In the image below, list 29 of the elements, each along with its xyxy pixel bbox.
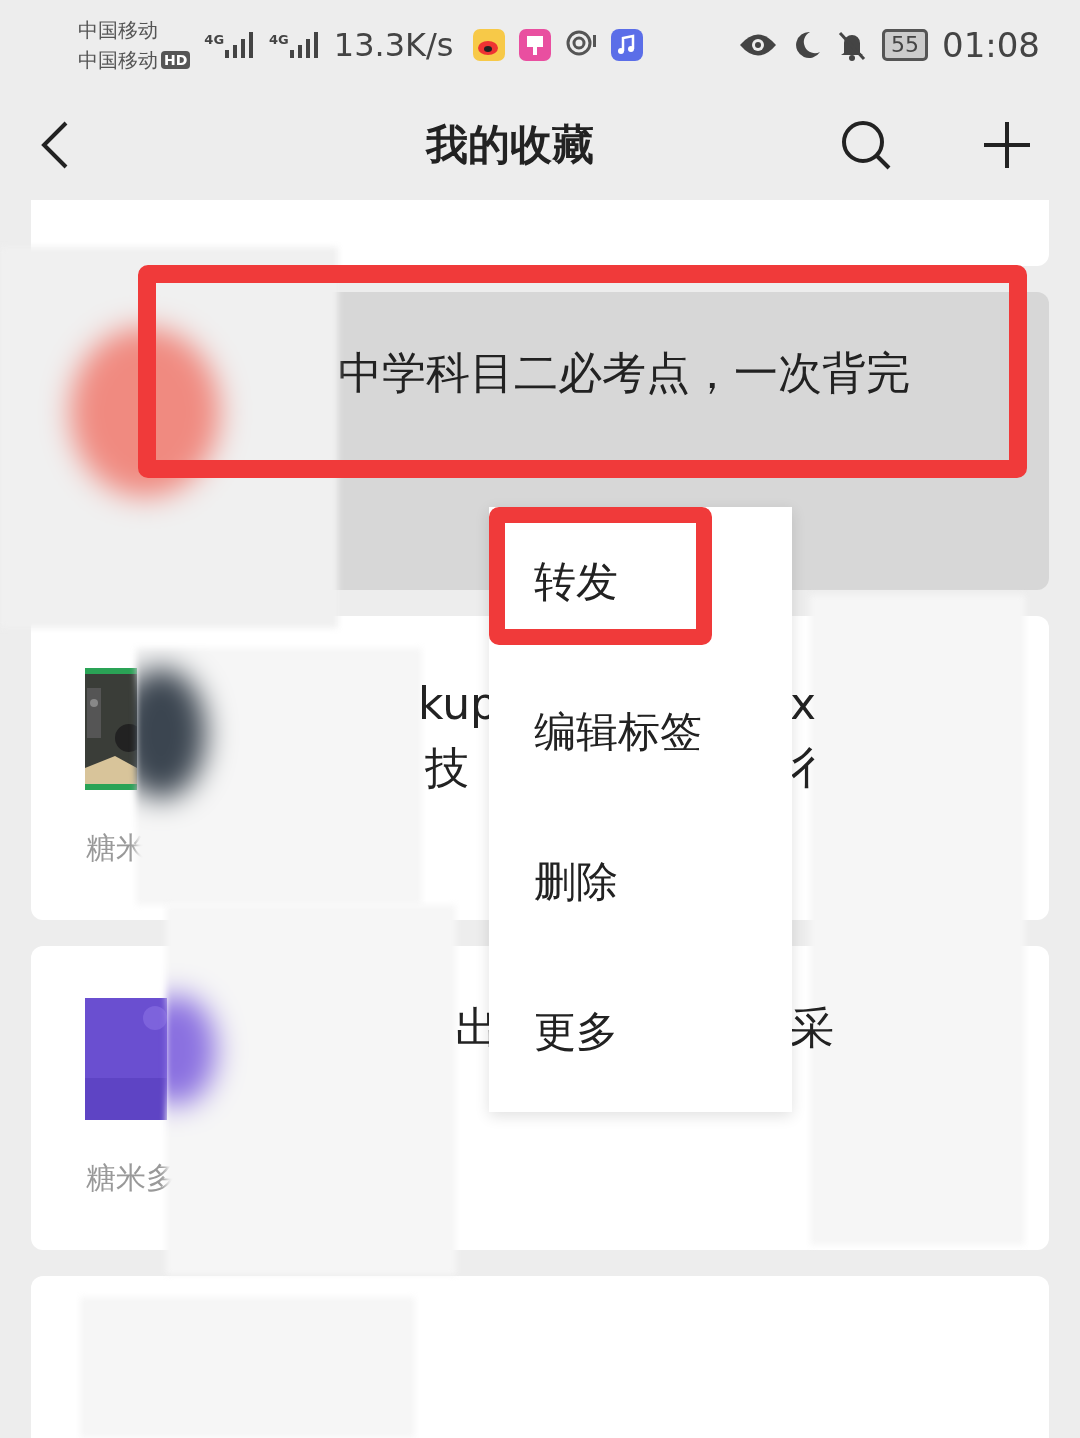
eye-icon xyxy=(738,32,778,58)
network-label: 4G xyxy=(204,32,225,47)
hd-badge: HD xyxy=(161,51,191,69)
source-label: 糖米多 xyxy=(86,1159,176,1197)
favorite-title: 中学科目二必考点，一次背完 xyxy=(338,346,910,400)
clock: 01:08 xyxy=(942,25,1040,65)
add-icon[interactable] xyxy=(982,120,1032,170)
network-speed: 13.3K/s xyxy=(333,26,454,64)
menu-item[interactable]: 删除 xyxy=(489,807,792,957)
back-icon[interactable] xyxy=(40,120,70,170)
app-icon xyxy=(473,29,506,61)
favorite-title: 彳 xyxy=(790,741,834,795)
music-icon xyxy=(611,29,644,61)
mute-bell-icon xyxy=(836,29,868,61)
signal-icon xyxy=(225,32,256,58)
signal-icon xyxy=(289,32,320,58)
search-icon[interactable] xyxy=(840,119,892,171)
app-icon xyxy=(519,29,552,61)
network-label: 4G xyxy=(269,32,289,47)
favorite-title: 技 xyxy=(425,741,469,795)
source-label: 糖米 xyxy=(86,829,146,867)
menu-item[interactable]: 编辑标签 xyxy=(489,657,792,807)
page-title: 我的收藏 xyxy=(424,119,595,171)
menu-item[interactable]: 更多 xyxy=(489,957,792,1107)
carrier-label: 中国移动 xyxy=(78,17,159,44)
favorite-title: 采 xyxy=(790,1001,834,1055)
carrier-label: 中国移动 xyxy=(78,47,158,74)
battery-indicator: 55 xyxy=(882,29,928,61)
favorite-title: x xyxy=(790,677,817,731)
